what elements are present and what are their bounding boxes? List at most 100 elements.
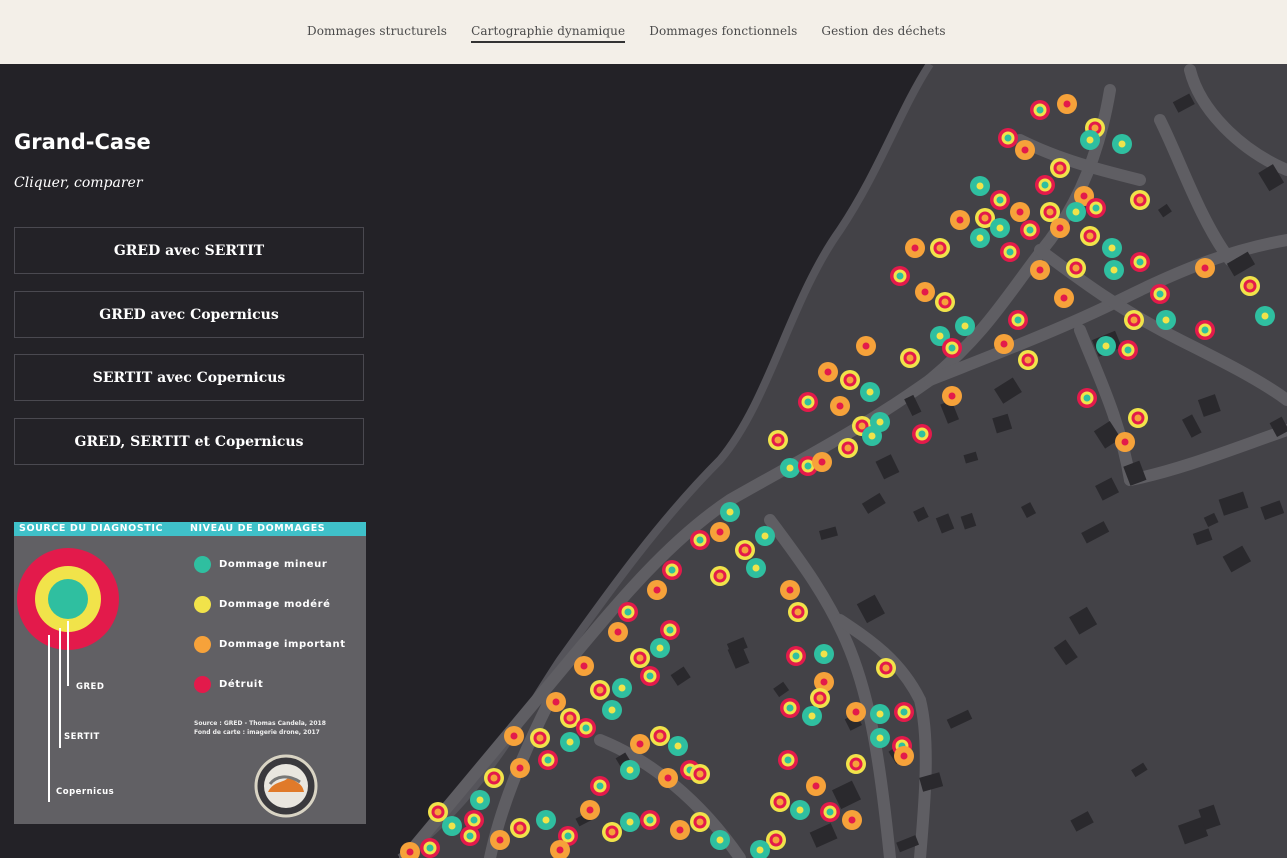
damage-marker-core bbox=[1000, 340, 1008, 348]
damage-marker-core bbox=[852, 760, 860, 768]
all-sources-button[interactable]: GRED, SERTIT et Copernicus bbox=[14, 418, 364, 465]
damage-marker-core bbox=[761, 532, 769, 540]
source-rings-diagram bbox=[17, 548, 119, 650]
damage-marker-core bbox=[1056, 164, 1064, 172]
damage-marker-core bbox=[466, 832, 474, 840]
damage-marker-core bbox=[918, 430, 926, 438]
damage-marker-core bbox=[1121, 438, 1129, 446]
source-sertit-label: SERTIT bbox=[64, 732, 100, 742]
damage-marker-core bbox=[676, 826, 684, 834]
map-legend: SOURCE DU DIAGNOSTIC NIVEAU DE DOMMAGES … bbox=[14, 522, 366, 824]
damage-marker-core bbox=[476, 796, 484, 804]
damage-marker-core bbox=[1261, 312, 1269, 320]
modere-dot-icon bbox=[194, 596, 211, 613]
damage-marker-core bbox=[792, 652, 800, 660]
damage-marker-core bbox=[808, 712, 816, 720]
damage-marker-core bbox=[596, 782, 604, 790]
sertit-line bbox=[59, 628, 61, 748]
damage-marker-core bbox=[1056, 224, 1064, 232]
damage-marker-core bbox=[1004, 134, 1012, 142]
damage-marker-core bbox=[496, 836, 504, 844]
damage-marker-core bbox=[796, 806, 804, 814]
damage-marker-core bbox=[1046, 208, 1054, 216]
damage-marker-core bbox=[1136, 258, 1144, 266]
damage-marker-core bbox=[516, 764, 524, 772]
damage-marker-core bbox=[794, 608, 802, 616]
damage-marker-core bbox=[426, 844, 434, 852]
damage-marker-core bbox=[820, 650, 828, 658]
damage-marker-core bbox=[566, 714, 574, 722]
gred-sertit-button[interactable]: GRED avec SERTIT bbox=[14, 227, 364, 274]
damage-marker-core bbox=[948, 392, 956, 400]
damage-marker-core bbox=[674, 742, 682, 750]
damage-marker-core bbox=[614, 628, 622, 636]
damage-marker-core bbox=[896, 272, 904, 280]
mineur-dot-icon bbox=[194, 556, 211, 573]
damage-marker-core bbox=[1063, 100, 1071, 108]
damage-marker-core bbox=[741, 546, 749, 554]
damage-marker-core bbox=[1086, 136, 1094, 144]
damage-marker-core bbox=[1060, 294, 1068, 302]
damage-marker-core bbox=[1083, 394, 1091, 402]
legend-header-source: SOURCE DU DIAGNOSTIC bbox=[19, 523, 164, 534]
damage-marker-core bbox=[848, 816, 856, 824]
tab-dommages-fonctionnels[interactable]: Dommages fonctionnels bbox=[649, 24, 797, 38]
damage-marker-core bbox=[900, 752, 908, 760]
damage-marker-core bbox=[824, 368, 832, 376]
damage-marker-core bbox=[626, 766, 634, 774]
legend-item-important: Dommage important bbox=[194, 636, 346, 653]
tab-gestion-des-dechets[interactable]: Gestion des déchets bbox=[821, 24, 945, 38]
damage-marker-core bbox=[1156, 290, 1164, 298]
damage-marker-core bbox=[1136, 196, 1144, 204]
damage-marker-core bbox=[716, 572, 724, 580]
damage-marker-core bbox=[1134, 414, 1142, 422]
damage-marker-core bbox=[868, 432, 876, 440]
source-copernicus-label: Copernicus bbox=[56, 787, 115, 797]
damage-marker-core bbox=[624, 608, 632, 616]
damage-marker-core bbox=[1246, 282, 1254, 290]
damage-marker-core bbox=[844, 444, 852, 452]
damage-marker-core bbox=[900, 708, 908, 716]
damage-marker-core bbox=[1036, 266, 1044, 274]
damage-marker-core bbox=[1110, 266, 1118, 274]
damage-marker-core bbox=[911, 244, 919, 252]
damage-marker-core bbox=[646, 672, 654, 680]
damage-marker-core bbox=[726, 508, 734, 516]
page-title: Grand-Case bbox=[14, 130, 151, 154]
damage-marker-core bbox=[1201, 326, 1209, 334]
damage-marker-core bbox=[981, 214, 989, 222]
damage-marker-core bbox=[1072, 264, 1080, 272]
damage-marker-core bbox=[996, 224, 1004, 232]
damage-marker-core bbox=[786, 464, 794, 472]
damage-marker-core bbox=[716, 836, 724, 844]
tab-cartographie-dynamique[interactable]: Cartographie dynamique bbox=[471, 24, 626, 43]
damage-marker-core bbox=[846, 376, 854, 384]
gred-line bbox=[67, 621, 69, 686]
damage-marker-core bbox=[818, 458, 826, 466]
damage-marker-core bbox=[564, 832, 572, 840]
damage-marker-core bbox=[866, 388, 874, 396]
damage-marker-core bbox=[580, 662, 588, 670]
damage-marker-core bbox=[852, 708, 860, 716]
sertit-copernicus-button[interactable]: SERTIT avec Copernicus bbox=[14, 354, 364, 401]
legend-header-level: NIVEAU DE DOMMAGES bbox=[190, 523, 326, 534]
damage-marker-core bbox=[646, 816, 654, 824]
damage-marker-core bbox=[921, 288, 929, 296]
damage-marker-core bbox=[470, 816, 478, 824]
source-gred-label: GRED bbox=[76, 682, 105, 692]
damage-marker-core bbox=[1021, 146, 1029, 154]
tab-dommages-structurels[interactable]: Dommages structurels bbox=[307, 24, 447, 38]
gred-copernicus-button[interactable]: GRED avec Copernicus bbox=[14, 291, 364, 338]
damage-marker-core bbox=[618, 684, 626, 692]
damage-marker-core bbox=[1118, 140, 1126, 148]
damage-marker-core bbox=[876, 418, 884, 426]
damage-marker-core bbox=[1026, 226, 1034, 234]
damage-marker-core bbox=[876, 734, 884, 742]
damage-marker-core bbox=[586, 806, 594, 814]
damage-marker-core bbox=[820, 678, 828, 686]
nav-tabs: Dommages structurels Cartographie dynami… bbox=[307, 24, 946, 43]
damage-marker-core bbox=[556, 846, 564, 854]
damage-marker-core bbox=[961, 322, 969, 330]
damage-marker-core bbox=[626, 818, 634, 826]
legend-item-modere: Dommage modéré bbox=[194, 596, 331, 613]
